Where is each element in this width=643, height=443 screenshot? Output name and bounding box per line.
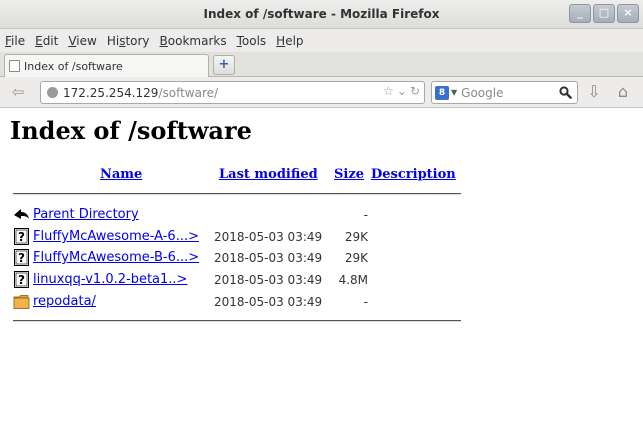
file-size: 29K [344, 230, 368, 244]
file-link[interactable]: FluffyMcAwesome-A-6...> [33, 229, 199, 244]
svg-text:?: ? [18, 273, 25, 287]
table-row: ? FluffyMcAwesome-A-6...> 2018-05-03 03:… [0, 227, 643, 248]
minimize-icon[interactable]: _ [569, 4, 591, 23]
table-row: repodata/ 2018-05-03 03:49 - [0, 292, 643, 313]
close-icon[interactable]: × [617, 4, 639, 23]
back-icon [14, 209, 29, 219]
search-bar[interactable]: 8 ▼ Google [431, 81, 578, 104]
divider [13, 320, 461, 322]
bookmark-star-icon[interactable]: ☆ [383, 84, 394, 98]
divider [13, 193, 461, 195]
column-name-header[interactable]: Name [100, 167, 142, 182]
menu-history[interactable]: History [107, 34, 150, 48]
menu-accel: H [276, 33, 286, 48]
menu-label: iew [76, 33, 97, 48]
menu-tools[interactable]: Tools [237, 34, 267, 48]
menu-bar: File Edit View History Bookmarks Tools H… [0, 29, 643, 52]
window-titlebar[interactable]: Index of /software - Mozilla Firefox _ □… [0, 0, 643, 29]
unknown-file-icon: ? [14, 249, 29, 266]
file-date: 2018-05-03 03:49 [214, 273, 323, 287]
history-dropdown-icon[interactable]: ⌄ [397, 84, 407, 98]
search-icon[interactable] [559, 86, 572, 99]
file-size: 29K [344, 251, 368, 265]
file-date: 2018-05-03 03:49 [214, 251, 323, 265]
page-icon [9, 60, 20, 72]
column-description-header[interactable]: Description [371, 167, 456, 182]
menu-file[interactable]: File [5, 34, 25, 48]
search-engine-icon[interactable]: 8 [435, 85, 449, 100]
home-icon[interactable]: ⌂ [612, 82, 634, 103]
url-host: 172.25.254.129 [63, 85, 159, 100]
menu-label: Hi [106, 33, 120, 48]
url-actions: ☆ ⌄ ↻ [380, 84, 420, 98]
downloads-icon[interactable]: ⇩ [583, 82, 605, 103]
tab-strip: Index of /software + [0, 52, 643, 77]
table-row: ? FluffyMcAwesome-B-6...> 2018-05-03 03:… [0, 248, 643, 269]
tab-index-software[interactable]: Index of /software [4, 54, 209, 77]
menu-label: dit [42, 33, 59, 48]
file-link[interactable]: repodata/ [33, 294, 96, 309]
unknown-file-icon: ? [14, 228, 29, 245]
menu-label: tory [125, 33, 150, 48]
page-content: Index of /software Name Last modified Si… [0, 108, 643, 443]
column-size-header[interactable]: Size [334, 167, 364, 182]
chevron-down-icon[interactable]: ▼ [451, 88, 457, 97]
menu-accel: B [159, 33, 168, 48]
menu-help[interactable]: Help [276, 34, 303, 48]
file-link[interactable]: linuxqq-v1.0.2-beta1..> [33, 272, 187, 287]
url-path: /software/ [158, 85, 219, 100]
file-size: - [363, 208, 368, 222]
navigation-bar: ⇦ 172.25.254.129/software/ ☆ ⌄ ↻ 8 ▼ Goo… [0, 77, 643, 108]
menu-label: ools [241, 33, 267, 48]
directory-listing: Index of /software Name Last modified Si… [0, 108, 643, 443]
menu-bookmarks[interactable]: Bookmarks [160, 34, 227, 48]
file-link[interactable]: Parent Directory [33, 207, 139, 222]
url-bar[interactable]: 172.25.254.129/software/ ☆ ⌄ ↻ [40, 81, 425, 104]
file-link[interactable]: FluffyMcAwesome-B-6...> [33, 250, 199, 265]
search-input[interactable]: Google [461, 86, 503, 100]
new-tab-button[interactable]: + [213, 55, 235, 75]
tab-label: Index of /software [24, 59, 123, 73]
file-size: 4.8M [338, 273, 368, 287]
svg-text:?: ? [18, 251, 25, 265]
file-date: 2018-05-03 03:49 [214, 230, 323, 244]
plus-icon: + [218, 57, 230, 72]
menu-label: ile [11, 33, 26, 48]
table-row: Parent Directory - [0, 205, 643, 226]
page-title: Index of /software [10, 116, 252, 145]
maximize-icon[interactable]: □ [593, 4, 615, 23]
file-size: - [363, 295, 368, 309]
window-title: Index of /software - Mozilla Firefox [203, 7, 440, 21]
back-arrow-icon: ⇦ [11, 83, 25, 101]
menu-accel: E [35, 33, 43, 48]
column-last-modified-header[interactable]: Last modified [219, 167, 318, 182]
back-button[interactable]: ⇦ [6, 82, 30, 103]
reload-icon[interactable]: ↻ [410, 84, 420, 98]
menu-view[interactable]: View [68, 34, 96, 48]
svg-text:?: ? [18, 230, 25, 244]
menu-label: elp [285, 33, 304, 48]
folder-icon [13, 295, 30, 309]
menu-edit[interactable]: Edit [35, 34, 58, 48]
unknown-file-icon: ? [14, 271, 29, 288]
globe-icon [47, 87, 58, 98]
window-controls: _ □ × [567, 4, 639, 23]
file-date: 2018-05-03 03:49 [214, 295, 323, 309]
table-row: ? linuxqq-v1.0.2-beta1..> 2018-05-03 03:… [0, 270, 643, 291]
menu-label: ookmarks [167, 33, 227, 48]
